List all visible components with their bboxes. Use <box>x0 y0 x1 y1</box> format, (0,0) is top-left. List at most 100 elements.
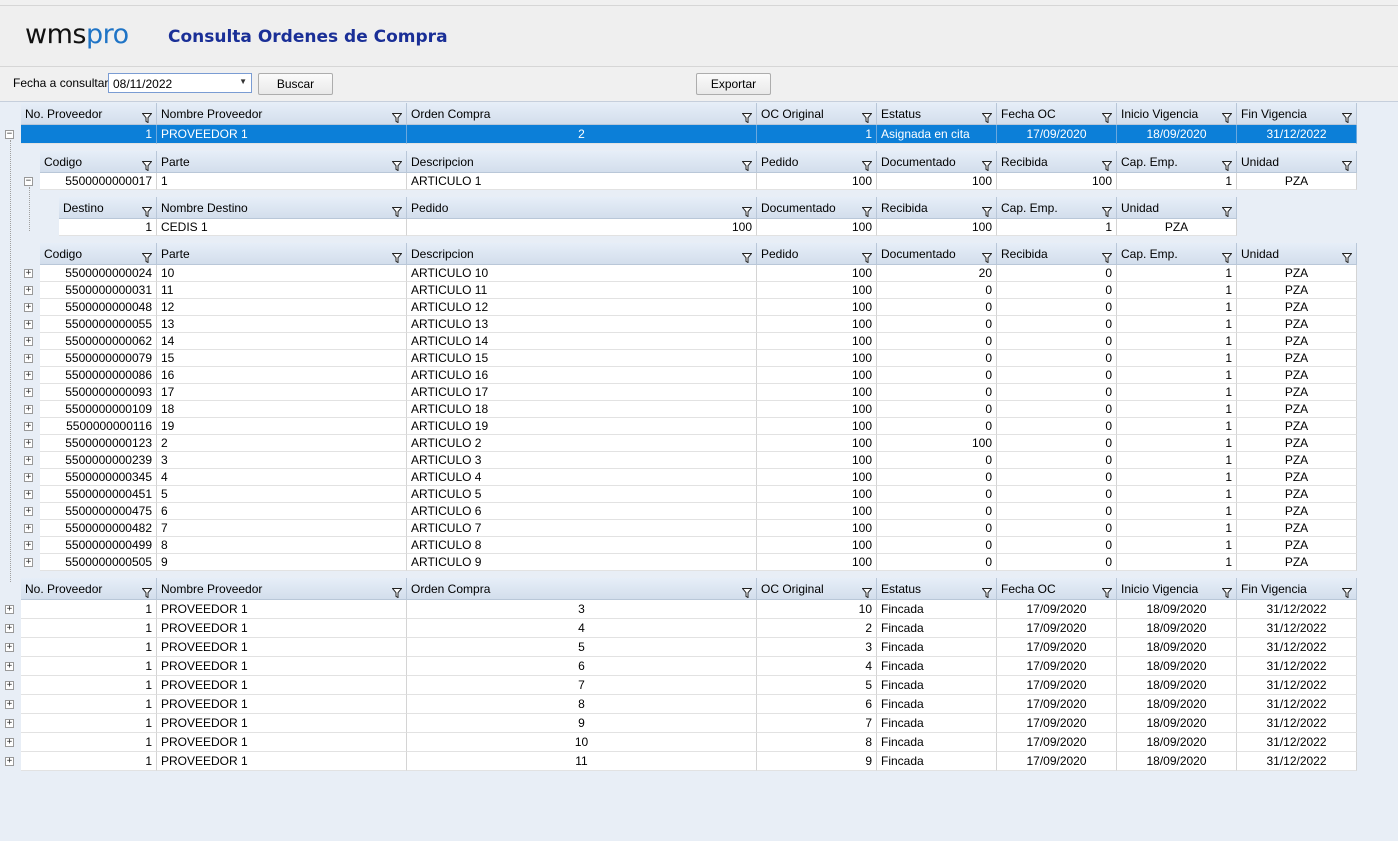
expand-icon[interactable]: + <box>24 524 33 533</box>
column-header[interactable]: OC Original <box>757 578 877 600</box>
column-header[interactable]: Cap. Emp. <box>1117 243 1237 265</box>
filter-icon[interactable] <box>391 583 403 599</box>
filter-icon[interactable] <box>981 108 993 124</box>
order-row[interactable]: 1 PROVEEDOR 1 7 5 Fincada 17/09/2020 18/09/202… <box>0 676 1398 695</box>
item-row[interactable]: 5500000000475 6 ARTICULO 6 100 0 0 1 PZA <box>0 503 1398 520</box>
column-header[interactable]: Cap. Emp. <box>997 197 1117 219</box>
filter-icon[interactable] <box>141 202 153 218</box>
order-row[interactable]: 1 PROVEEDOR 1 10 8 Fincada 17/09/2020 18/09/20… <box>0 733 1398 752</box>
item-row[interactable]: 5500000000123 2 ARTICULO 2 100 100 0 1 PZA <box>0 435 1398 452</box>
column-header[interactable]: Pedido <box>757 243 877 265</box>
column-header[interactable]: Cap. Emp. <box>1117 151 1237 173</box>
collapse-icon[interactable]: − <box>24 177 33 186</box>
column-header[interactable]: Parte <box>157 243 407 265</box>
item-row[interactable]: 5500000000345 4 ARTICULO 4 100 0 0 1 PZA <box>0 469 1398 486</box>
filter-icon[interactable] <box>141 108 153 124</box>
filter-icon[interactable] <box>1221 248 1233 264</box>
order-row[interactable]: 1 PROVEEDOR 1 8 6 Fincada 17/09/2020 18/09/202… <box>0 695 1398 714</box>
item-row[interactable]: 5500000000024 10 ARTICULO 10 100 20 0 1 PZA <box>0 265 1398 282</box>
filter-icon[interactable] <box>391 156 403 172</box>
filter-icon[interactable] <box>391 248 403 264</box>
column-header[interactable]: Pedido <box>407 197 757 219</box>
expand-icon[interactable]: + <box>24 388 33 397</box>
expand-icon[interactable]: + <box>5 681 14 690</box>
expand-icon[interactable]: + <box>24 405 33 414</box>
selected-order-row[interactable]: 1 PROVEEDOR 1 2 1 Asignada en cita 17/09/2020… <box>0 125 1398 144</box>
expand-icon[interactable]: + <box>24 269 33 278</box>
filter-icon[interactable] <box>391 108 403 124</box>
column-header[interactable]: Fecha OC <box>997 103 1117 125</box>
filter-icon[interactable] <box>141 248 153 264</box>
chevron-down-icon[interactable]: ▼ <box>239 77 247 86</box>
filter-icon[interactable] <box>981 156 993 172</box>
expand-icon[interactable]: + <box>5 700 14 709</box>
item-row[interactable]: 5500000000116 19 ARTICULO 19 100 0 0 1 PZA <box>0 418 1398 435</box>
filter-icon[interactable] <box>981 248 993 264</box>
column-header[interactable]: Nombre Proveedor <box>157 103 407 125</box>
filter-icon[interactable] <box>741 108 753 124</box>
expand-icon[interactable]: + <box>24 507 33 516</box>
destination-row[interactable]: 1 CEDIS 1 100 100 100 1 PZA <box>0 219 1398 236</box>
expand-icon[interactable]: + <box>24 286 33 295</box>
filter-icon[interactable] <box>741 202 753 218</box>
expand-icon[interactable]: + <box>5 662 14 671</box>
filter-icon[interactable] <box>741 583 753 599</box>
item-row[interactable]: 5500000000055 13 ARTICULO 13 100 0 0 1 PZA <box>0 316 1398 333</box>
buscar-button[interactable]: Buscar <box>258 73 333 95</box>
column-header[interactable]: OC Original <box>757 103 877 125</box>
item-row[interactable]: 5500000000086 16 ARTICULO 16 100 0 0 1 PZA <box>0 367 1398 384</box>
column-header[interactable]: Fin Vigencia <box>1237 103 1357 125</box>
expand-icon[interactable]: + <box>24 541 33 550</box>
column-header[interactable]: Parte <box>157 151 407 173</box>
filter-icon[interactable] <box>1221 583 1233 599</box>
item-row[interactable]: 5500000000017 1 ARTICULO 1 100 100 100 1 PZA <box>0 173 1398 190</box>
expand-icon[interactable]: + <box>24 371 33 380</box>
column-header[interactable]: Unidad <box>1237 151 1357 173</box>
column-header[interactable]: Nombre Proveedor <box>157 578 407 600</box>
order-row[interactable]: 1 PROVEEDOR 1 4 2 Fincada 17/09/2020 18/09/202… <box>0 619 1398 638</box>
expand-icon[interactable]: + <box>24 354 33 363</box>
order-row[interactable]: 1 PROVEEDOR 1 5 3 Fincada 17/09/2020 18/09/202… <box>0 638 1398 657</box>
filter-icon[interactable] <box>861 108 873 124</box>
column-header[interactable]: Pedido <box>757 151 877 173</box>
item-row[interactable]: 5500000000079 15 ARTICULO 15 100 0 0 1 PZA <box>0 350 1398 367</box>
expand-icon[interactable]: + <box>5 719 14 728</box>
item-row[interactable]: 5500000000109 18 ARTICULO 18 100 0 0 1 PZA <box>0 401 1398 418</box>
column-header[interactable]: Inicio Vigencia <box>1117 103 1237 125</box>
order-row[interactable]: 1 PROVEEDOR 1 11 9 Fincada 17/09/2020 18/09/20… <box>0 752 1398 771</box>
expand-icon[interactable]: + <box>24 558 33 567</box>
expand-icon[interactable]: + <box>5 643 14 652</box>
order-row[interactable]: 1 PROVEEDOR 1 9 7 Fincada 17/09/2020 18/09/202… <box>0 714 1398 733</box>
order-row[interactable]: 1 PROVEEDOR 1 3 10 Fincada 17/09/2020 18/09/20… <box>0 600 1398 619</box>
filter-icon[interactable] <box>1101 108 1113 124</box>
order-row[interactable]: 1 PROVEEDOR 1 6 4 Fincada 17/09/2020 18/09/202… <box>0 657 1398 676</box>
filter-icon[interactable] <box>1341 156 1353 172</box>
column-header[interactable]: Unidad <box>1237 243 1357 265</box>
column-header[interactable]: Documentado <box>877 243 997 265</box>
fecha-date-picker[interactable]: 08/11/2022 ▼ <box>108 73 252 93</box>
column-header[interactable]: Fin Vigencia <box>1237 578 1357 600</box>
filter-icon[interactable] <box>981 202 993 218</box>
exportar-button[interactable]: Exportar <box>696 73 771 95</box>
expand-icon[interactable]: + <box>5 757 14 766</box>
column-header[interactable]: Inicio Vigencia <box>1117 578 1237 600</box>
column-header[interactable]: Fecha OC <box>997 578 1117 600</box>
filter-icon[interactable] <box>1101 156 1113 172</box>
filter-icon[interactable] <box>1341 583 1353 599</box>
filter-icon[interactable] <box>141 156 153 172</box>
expand-icon[interactable]: + <box>5 738 14 747</box>
item-row[interactable]: 5500000000062 14 ARTICULO 14 100 0 0 1 PZA <box>0 333 1398 350</box>
column-header[interactable]: Documentado <box>877 151 997 173</box>
column-header[interactable]: Nombre Destino <box>157 197 407 219</box>
column-header[interactable]: Estatus <box>877 578 997 600</box>
filter-icon[interactable] <box>981 583 993 599</box>
column-header[interactable]: Orden Compra <box>407 578 757 600</box>
item-row[interactable]: 5500000000499 8 ARTICULO 8 100 0 0 1 PZA <box>0 537 1398 554</box>
column-header[interactable]: No. Proveedor <box>21 578 157 600</box>
filter-icon[interactable] <box>861 248 873 264</box>
collapse-icon[interactable]: − <box>5 130 14 139</box>
column-header[interactable]: Codigo <box>40 243 157 265</box>
expand-icon[interactable]: + <box>5 605 14 614</box>
column-header[interactable]: Recibida <box>997 151 1117 173</box>
filter-icon[interactable] <box>1101 583 1113 599</box>
